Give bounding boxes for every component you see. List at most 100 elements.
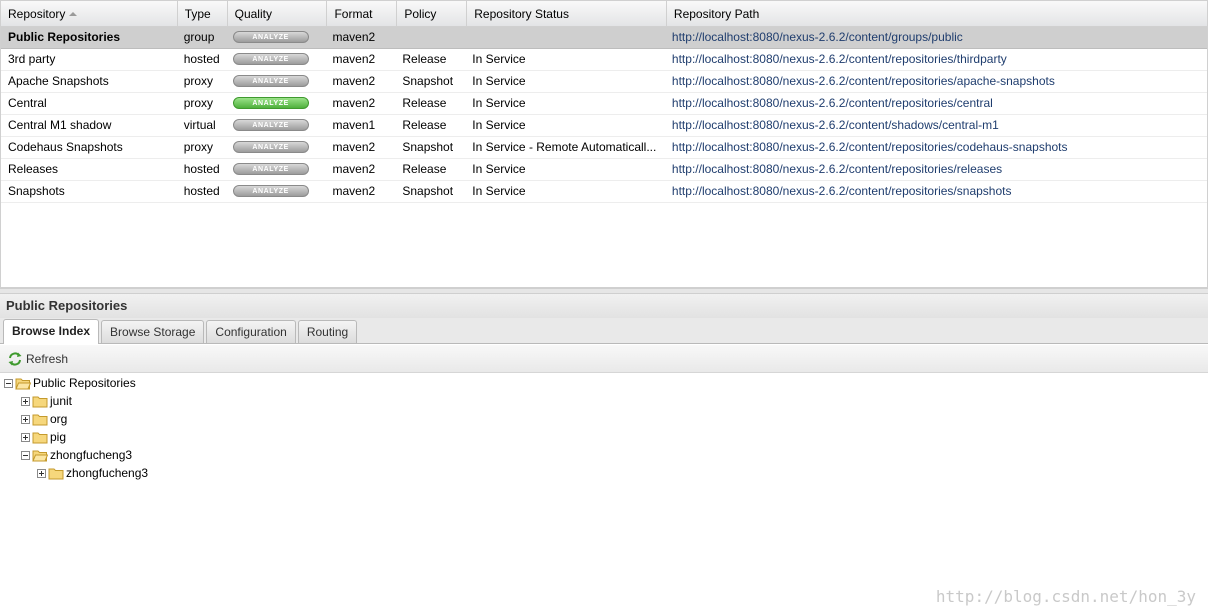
table-row[interactable]: Snapshots hosted ANALYZE maven2 Snapshot… xyxy=(1,181,1207,203)
folder-icon xyxy=(32,432,48,443)
repository-format: maven2 xyxy=(332,52,376,66)
repository-name: Apache Snapshots xyxy=(8,74,109,88)
detail-panel-title: Public Repositories xyxy=(0,294,1208,318)
tab-browse-storage[interactable]: Browse Storage xyxy=(101,320,205,343)
tree-node-zhongfucheng3-child[interactable]: zhongfucheng3 xyxy=(37,464,148,482)
tree-node-label: zhongfucheng3 xyxy=(66,466,149,480)
repository-path-link[interactable]: http://localhost:8080/nexus-2.6.2/conten… xyxy=(667,159,1207,180)
repository-name: Releases xyxy=(8,162,59,176)
repository-name: Codehaus Snapshots xyxy=(8,140,123,154)
analyze-button[interactable]: ANALYZE xyxy=(232,163,309,175)
repository-policy: Snapshot xyxy=(402,140,454,154)
tree-node-org[interactable]: org xyxy=(21,410,67,428)
grid-header: Repository Type Quality Format Policy Re… xyxy=(1,1,1207,27)
repository-name: Snapshots xyxy=(8,184,65,198)
column-header-type[interactable]: Type xyxy=(178,1,228,27)
repository-type: hosted xyxy=(183,184,220,198)
column-header-policy[interactable]: Policy xyxy=(397,1,468,27)
watermark: http://blog.csdn.net/hon_3y xyxy=(935,587,1196,606)
repository-policy: Snapshot xyxy=(402,184,454,198)
column-header-status[interactable]: Repository Status xyxy=(467,1,667,27)
repository-format: maven2 xyxy=(332,184,376,198)
repository-type: hosted xyxy=(183,162,220,176)
expand-icon[interactable] xyxy=(37,468,46,478)
folder-icon xyxy=(32,396,48,407)
analyze-button[interactable]: ANALYZE xyxy=(232,75,309,87)
tab-configuration[interactable]: Configuration xyxy=(206,320,296,343)
repository-path-link[interactable]: http://localhost:8080/nexus-2.6.2/conten… xyxy=(667,27,1207,48)
tree-node-label: org xyxy=(50,412,68,426)
column-header-format[interactable]: Format xyxy=(327,1,398,27)
repository-policy: Release xyxy=(402,96,447,110)
repository-policy xyxy=(397,27,467,48)
repository-format: maven2 xyxy=(332,162,376,176)
repository-status: In Service xyxy=(472,184,526,198)
tree-node-label: Public Repositories xyxy=(33,376,136,390)
quality-cell: ANALYZE xyxy=(228,137,328,158)
quality-cell: ANALYZE xyxy=(228,93,328,114)
column-header-path[interactable]: Repository Path xyxy=(667,1,1207,27)
expand-icon[interactable] xyxy=(21,414,30,424)
refresh-button[interactable]: Refresh xyxy=(26,352,68,366)
repository-status xyxy=(467,27,667,48)
table-row[interactable]: Apache Snapshots proxy ANALYZE maven2 Sn… xyxy=(1,71,1207,93)
analyze-button[interactable]: ANALYZE xyxy=(232,53,309,65)
tree-node-label: zhongfucheng3 xyxy=(50,448,133,462)
repository-path-link[interactable]: http://localhost:8080/nexus-2.6.2/conten… xyxy=(667,49,1207,70)
repository-policy: Release xyxy=(402,162,447,176)
repository-type: virtual xyxy=(183,118,216,132)
collapse-icon[interactable] xyxy=(4,378,13,388)
quality-cell: ANALYZE xyxy=(228,159,328,180)
table-row[interactable]: Public Repositories group ANALYZE maven2… xyxy=(1,27,1207,49)
repository-type: proxy xyxy=(183,96,214,110)
repository-path-link[interactable]: http://localhost:8080/nexus-2.6.2/conten… xyxy=(667,181,1207,202)
repository-path-link[interactable]: http://localhost:8080/nexus-2.6.2/conten… xyxy=(667,71,1207,92)
column-header-repository[interactable]: Repository xyxy=(1,1,178,27)
table-row[interactable]: Central proxy ANALYZE maven2 Release In … xyxy=(1,93,1207,115)
analyze-button[interactable]: ANALYZE xyxy=(232,141,309,153)
repository-type: proxy xyxy=(183,74,214,88)
collapse-icon[interactable] xyxy=(21,450,30,460)
tree-node-pig[interactable]: pig xyxy=(21,428,66,446)
repository-policy: Release xyxy=(402,118,447,132)
tree-node-junit[interactable]: junit xyxy=(21,392,72,410)
analyze-button[interactable]: ANALYZE xyxy=(232,119,309,131)
repository-type: proxy xyxy=(183,140,214,154)
repository-name: Central M1 shadow xyxy=(8,118,112,132)
table-row[interactable]: Releases hosted ANALYZE maven2 Release I… xyxy=(1,159,1207,181)
repository-policy: Snapshot xyxy=(402,74,454,88)
tab-routing[interactable]: Routing xyxy=(297,320,358,343)
repository-format: maven2 xyxy=(332,74,376,88)
table-row[interactable]: Central M1 shadow virtual ANALYZE maven1… xyxy=(1,115,1207,137)
analyze-button[interactable]: ANALYZE xyxy=(232,31,309,43)
tab-browse-index[interactable]: Browse Index xyxy=(3,319,100,344)
expand-icon[interactable] xyxy=(21,396,30,406)
tree-node-root[interactable]: Public Repositories xyxy=(4,374,136,392)
repository-name: 3rd party xyxy=(8,52,56,66)
repository-path-link[interactable]: http://localhost:8080/nexus-2.6.2/conten… xyxy=(667,115,1207,136)
refresh-icon[interactable] xyxy=(7,351,23,367)
repository-status: In Service xyxy=(472,52,526,66)
repository-grid: Repository Type Quality Format Policy Re… xyxy=(0,0,1208,288)
tree-node-zhongfucheng3[interactable]: zhongfucheng3 xyxy=(21,446,132,464)
repository-status: In Service xyxy=(472,118,526,132)
repository-path-link[interactable]: http://localhost:8080/nexus-2.6.2/conten… xyxy=(667,137,1207,158)
repository-path-link[interactable]: http://localhost:8080/nexus-2.6.2/conten… xyxy=(667,93,1207,114)
quality-cell: ANALYZE xyxy=(228,71,328,92)
sort-ascending-icon xyxy=(69,12,78,16)
table-row[interactable]: Codehaus Snapshots proxy ANALYZE maven2 … xyxy=(1,137,1207,159)
column-header-quality[interactable]: Quality xyxy=(228,1,328,27)
folder-open-icon xyxy=(32,450,48,461)
detail-tabbar: Browse Index Browse Storage Configuratio… xyxy=(0,318,1208,344)
analyze-button[interactable]: ANALYZE xyxy=(232,185,309,197)
analyze-button[interactable]: ANALYZE xyxy=(232,97,309,109)
repository-type: hosted xyxy=(183,52,220,66)
repository-format: maven2 xyxy=(332,96,376,110)
browse-toolbar: Refresh xyxy=(0,345,1208,373)
folder-icon xyxy=(48,468,64,479)
tree-node-label: pig xyxy=(50,430,67,444)
repository-status: In Service xyxy=(472,162,526,176)
table-row[interactable]: 3rd party hosted ANALYZE maven2 Release … xyxy=(1,49,1207,71)
repository-format: maven1 xyxy=(332,118,376,132)
expand-icon[interactable] xyxy=(21,432,30,442)
